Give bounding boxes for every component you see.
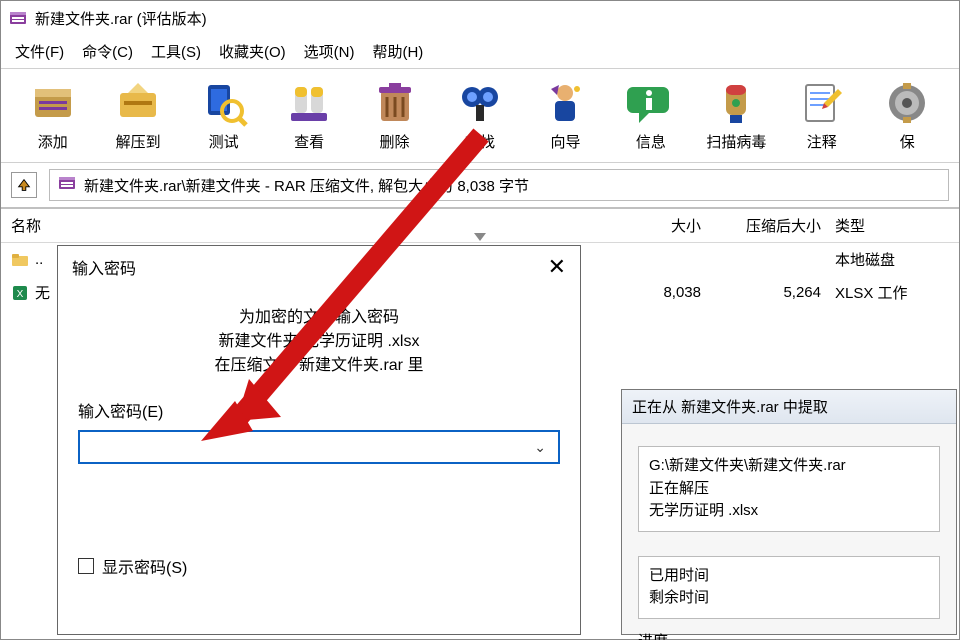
add-icon: [29, 79, 77, 127]
menu-help[interactable]: 帮助(H): [372, 41, 423, 62]
toolbar-protect-label: 保: [900, 131, 915, 152]
toolbar-info-label: 信息: [636, 131, 666, 152]
column-compressed-size[interactable]: 压缩后大小: [701, 209, 821, 242]
list-item-size: [601, 254, 701, 266]
delete-icon: [371, 79, 419, 127]
path-text: 新建文件夹.rar\新建文件夹 - RAR 压缩文件, 解包大小为 8,038 …: [84, 175, 529, 196]
column-type[interactable]: 类型: [821, 209, 959, 242]
extract-icon: [114, 79, 162, 127]
list-item-type: XLSX 工作: [821, 276, 959, 309]
scan-icon: [712, 79, 760, 127]
menu-options[interactable]: 选项(N): [304, 41, 355, 62]
menu-tools[interactable]: 工具(S): [151, 41, 201, 62]
menubar: 文件(F) 命令(C) 工具(S) 收藏夹(O) 选项(N) 帮助(H): [1, 35, 959, 68]
toolbar-info-button[interactable]: 信息: [611, 75, 690, 156]
toolbar-extract-button[interactable]: 解压到: [98, 75, 177, 156]
progress-status: 正在解压: [649, 478, 929, 501]
toolbar-view-label: 查看: [294, 131, 324, 152]
column-name[interactable]: 名称: [1, 209, 601, 242]
filelist-header: 名称 大小 压缩后大小 类型: [1, 209, 959, 243]
up-folder-button[interactable]: [11, 172, 37, 198]
toolbar-scan-label: 扫描病毒: [706, 131, 766, 152]
progress-elapsed-label: 已用时间: [649, 565, 929, 588]
window-title: 新建文件夹.rar (评估版本): [35, 8, 207, 29]
protect-icon: [883, 79, 931, 127]
toolbar: 添加 解压到 测试 查看 删除 查找: [5, 73, 955, 158]
svg-text:X: X: [17, 289, 24, 300]
menu-file[interactable]: 文件(F): [15, 41, 64, 62]
info-icon: [627, 79, 675, 127]
dialog-message-line2: 新建文件夹\无学历证明 .xlsx: [78, 330, 560, 354]
toolbar-comment-button[interactable]: 注释: [782, 75, 861, 156]
toolbar-view-button[interactable]: 查看: [269, 75, 348, 156]
toolbar-wizard-button[interactable]: 向导: [526, 75, 605, 156]
toolbar-add-label: 添加: [38, 131, 68, 152]
test-icon: [200, 79, 248, 127]
find-icon: [456, 79, 504, 127]
app-icon: [9, 9, 27, 27]
progress-file: 无学历证明 .xlsx: [649, 500, 929, 523]
menu-favorites[interactable]: 收藏夹(O): [219, 41, 286, 62]
chevron-down-icon[interactable]: ⌄: [530, 439, 550, 456]
toolbar-test-label: 测试: [209, 131, 239, 152]
list-item-csize: [701, 254, 821, 266]
archive-icon: [58, 174, 76, 196]
extract-progress-window: 正在从 新建文件夹.rar 中提取 G:\新建文件夹\新建文件夹.rar 正在解…: [621, 389, 957, 635]
path-box[interactable]: 新建文件夹.rar\新建文件夹 - RAR 压缩文件, 解包大小为 8,038 …: [49, 169, 949, 201]
toolbar-test-button[interactable]: 测试: [184, 75, 263, 156]
list-item-csize: 5,264: [701, 278, 821, 307]
progress-title: 正在从 新建文件夹.rar 中提取: [622, 390, 956, 424]
wizard-icon: [541, 79, 589, 127]
show-password-checkbox[interactable]: [78, 558, 94, 574]
menu-command[interactable]: 命令(C): [82, 41, 133, 62]
comment-icon: [798, 79, 846, 127]
show-password-label: 显示密码(S): [102, 554, 187, 578]
list-item-size: 8,038: [601, 278, 701, 307]
toolbar-add-button[interactable]: 添加: [13, 75, 92, 156]
progress-label: 进度: [638, 631, 940, 640]
list-item-name: 无: [35, 282, 50, 303]
progress-path: G:\新建文件夹\新建文件夹.rar: [649, 455, 929, 478]
view-icon: [285, 79, 333, 127]
xlsx-icon: X: [11, 284, 29, 302]
column-size[interactable]: 大小: [601, 209, 701, 242]
dialog-title: 输入密码: [72, 255, 136, 279]
toolbar-scan-button[interactable]: 扫描病毒: [697, 75, 776, 156]
toolbar-wizard-label: 向导: [550, 131, 580, 152]
password-dialog: 输入密码 ✕ 为加密的文件输入密码 新建文件夹\无学历证明 .xlsx 在压缩文…: [57, 245, 581, 635]
password-label: 输入密码(E): [78, 398, 560, 422]
list-item-type: 本地磁盘: [821, 243, 959, 276]
progress-remain-label: 剩余时间: [649, 587, 929, 610]
toolbar-find-button[interactable]: 查找: [440, 75, 519, 156]
toolbar-delete-button[interactable]: 删除: [355, 75, 434, 156]
toolbar-comment-label: 注释: [807, 131, 837, 152]
list-item-name: ..: [35, 251, 43, 268]
toolbar-protect-button[interactable]: 保: [868, 75, 947, 156]
toolbar-find-label: 查找: [465, 131, 495, 152]
dialog-message-line1: 为加密的文件输入密码: [78, 306, 560, 330]
toolbar-delete-label: 删除: [380, 131, 410, 152]
toolbar-extract-label: 解压到: [116, 131, 161, 152]
password-input[interactable]: [88, 439, 530, 456]
close-button[interactable]: ✕: [548, 254, 566, 280]
folder-icon: [11, 251, 29, 269]
dialog-message-line3: 在压缩文件 新建文件夹.rar 里: [78, 354, 560, 378]
